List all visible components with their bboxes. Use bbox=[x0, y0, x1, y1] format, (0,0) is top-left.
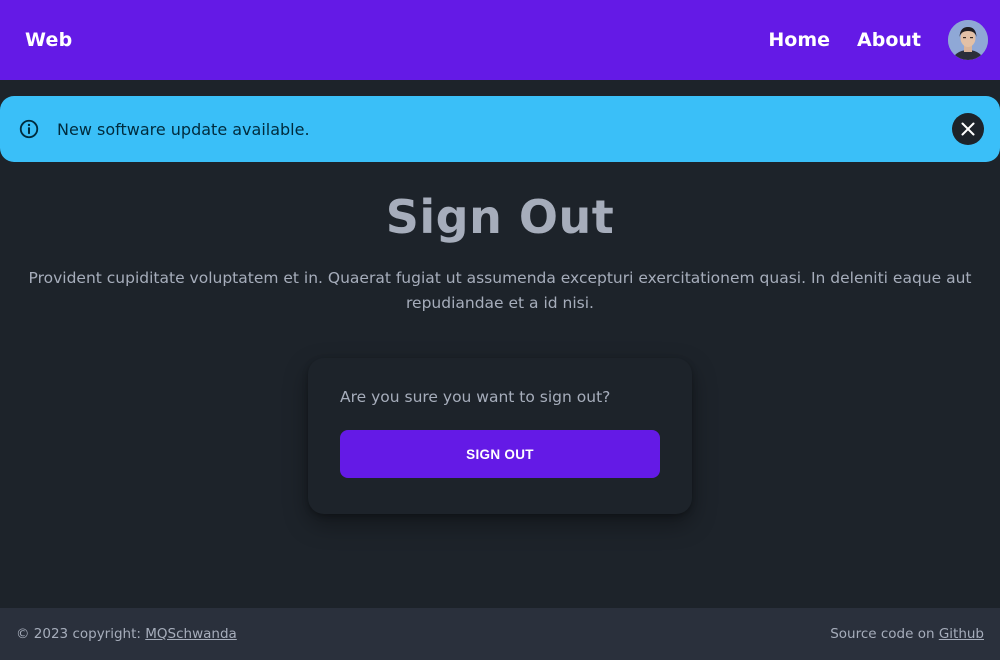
top-navbar: Web Home About bbox=[0, 0, 1000, 80]
sign-out-prompt: Are you sure you want to sign out? bbox=[340, 388, 611, 406]
footer-copyright: © 2023 copyright: MQSchwanda bbox=[16, 626, 237, 642]
footer: © 2023 copyright: MQSchwanda Source code… bbox=[0, 608, 1000, 660]
nav-link-about[interactable]: About bbox=[857, 29, 921, 51]
page-description: Provident cupiditate voluptatem et in. Q… bbox=[28, 269, 972, 312]
alert-close-button[interactable] bbox=[952, 113, 984, 145]
avatar-icon bbox=[948, 20, 988, 60]
page-title: Sign Out bbox=[385, 190, 615, 244]
update-alert: New software update available. bbox=[0, 96, 1000, 162]
brand-logo-text[interactable]: Web bbox=[25, 29, 72, 51]
footer-source: Source code on Github bbox=[830, 626, 984, 642]
sign-out-card: Are you sure you want to sign out? SIGN … bbox=[308, 358, 692, 514]
close-icon bbox=[961, 122, 975, 136]
user-avatar[interactable] bbox=[948, 20, 988, 60]
alert-message: New software update available. bbox=[57, 119, 310, 139]
info-circle-icon bbox=[18, 118, 40, 140]
sign-out-button[interactable]: SIGN OUT bbox=[340, 430, 660, 478]
author-link[interactable]: MQSchwanda bbox=[145, 626, 237, 642]
source-text: Source code on bbox=[830, 626, 935, 642]
github-link[interactable]: Github bbox=[939, 626, 984, 642]
nav-links: Home About bbox=[768, 20, 988, 60]
nav-link-home[interactable]: Home bbox=[768, 29, 830, 51]
copyright-text: © 2023 copyright: bbox=[16, 626, 141, 642]
